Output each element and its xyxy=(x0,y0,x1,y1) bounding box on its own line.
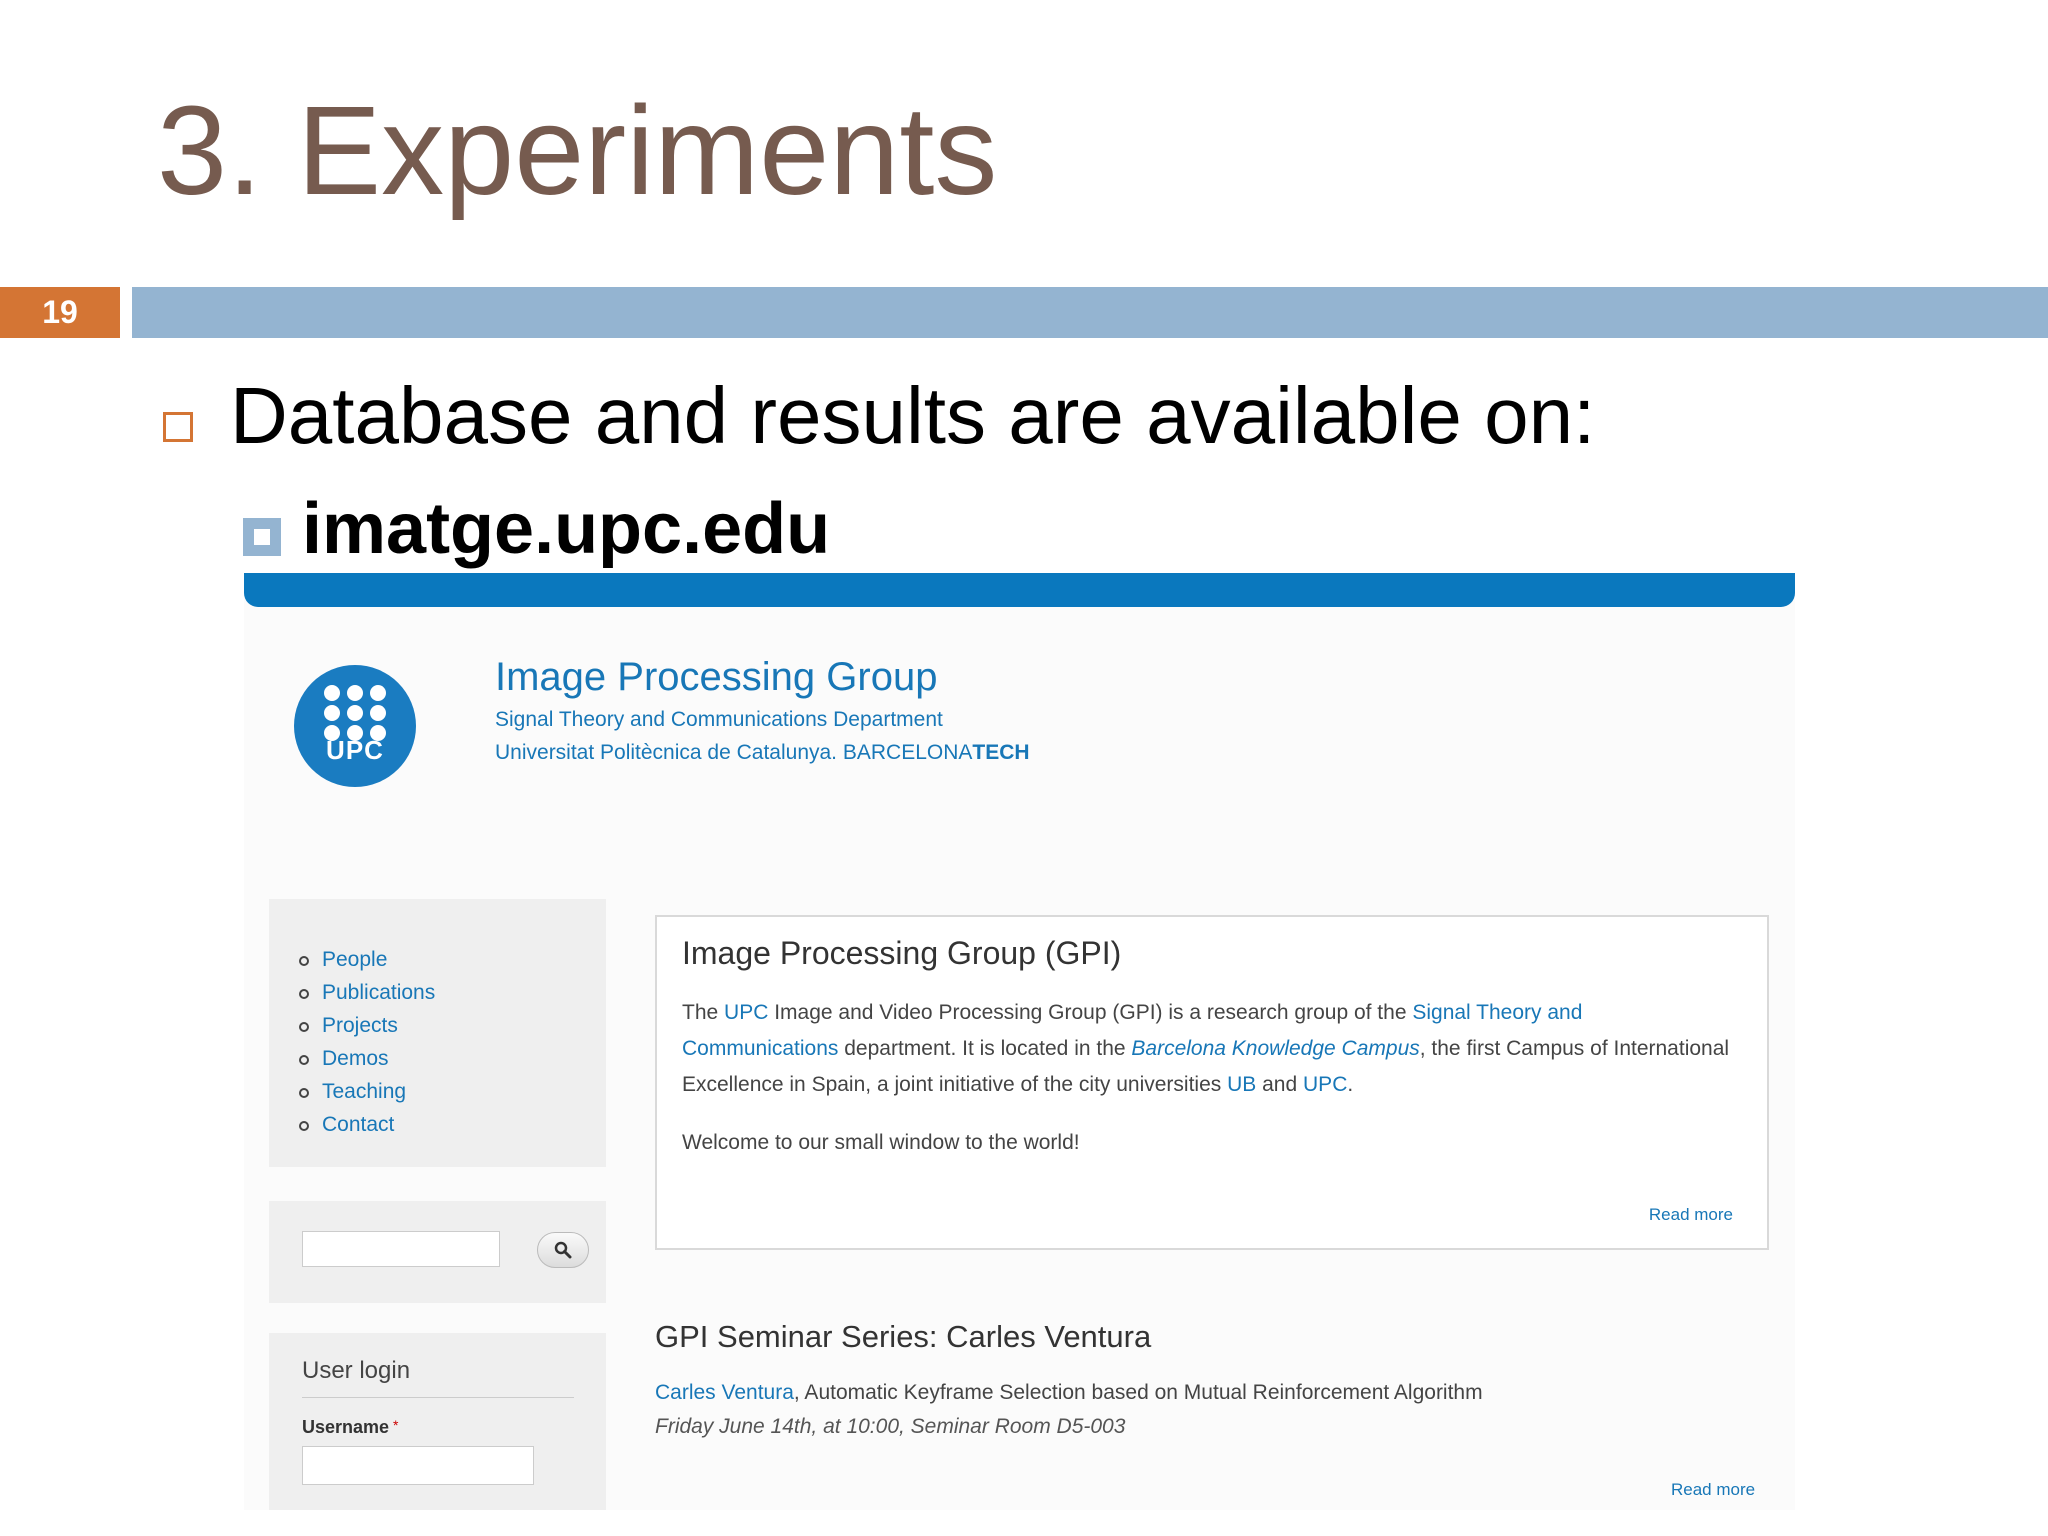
nav-item-contact[interactable]: Contact xyxy=(299,1108,435,1141)
nav-item-projects[interactable]: Projects xyxy=(299,1009,435,1042)
gpi-text: Image and Video Processing Group (GPI) i… xyxy=(768,1001,1413,1024)
nav-menu-panel: People Publications Projects Demos Teach… xyxy=(269,899,606,1167)
user-login-panel: User login Username * xyxy=(269,1333,606,1510)
login-title: User login xyxy=(302,1357,411,1384)
link-barcelona-campus[interactable]: Barcelona Knowledge Campus xyxy=(1131,1037,1419,1060)
website-screenshot: UPC Image Processing Group Signal Theory… xyxy=(244,573,1795,1510)
nav-item-people[interactable]: People xyxy=(299,943,435,976)
read-more-link[interactable]: Read more xyxy=(1649,1205,1733,1225)
username-field[interactable] xyxy=(302,1446,534,1485)
seminar-description: Carles Ventura, Automatic Keyframe Selec… xyxy=(655,1381,1483,1405)
slide-title: 3. Experiments xyxy=(157,80,998,221)
gpi-text: . xyxy=(1347,1073,1354,1096)
seminar-title[interactable]: GPI Seminar Series: Carles Ventura xyxy=(655,1319,1151,1355)
gpi-title: Image Processing Group (GPI) xyxy=(682,935,1122,971)
link-upc[interactable]: UPC xyxy=(724,1001,768,1024)
gpi-description: The UPC Image and Video Processing Group… xyxy=(682,995,1742,1103)
username-label: Username * xyxy=(302,1417,399,1438)
site-title[interactable]: Image Processing Group xyxy=(495,655,937,700)
gpi-intro-box: Image Processing Group (GPI) The UPC Ima… xyxy=(655,915,1769,1250)
search-icon xyxy=(554,1241,572,1259)
nav-item-teaching[interactable]: Teaching xyxy=(299,1075,435,1108)
gpi-text: and xyxy=(1256,1073,1304,1096)
link-speaker[interactable]: Carles Ventura xyxy=(655,1381,794,1404)
seminar-datetime: Friday June 14th, at 10:00, Seminar Room… xyxy=(655,1415,1126,1438)
slide-number: 19 xyxy=(0,287,120,338)
nav-item-publications[interactable]: Publications xyxy=(299,976,435,1009)
bullet-square-icon xyxy=(163,412,193,442)
gpi-welcome: Welcome to our small window to the world… xyxy=(682,1131,1080,1154)
university-name: Universitat Politècnica de Catalunya. BA… xyxy=(495,741,973,764)
gpi-text: department. It is located in the xyxy=(838,1037,1132,1060)
site-subtitle-department: Signal Theory and Communications Departm… xyxy=(495,708,943,731)
site-subtitle-university: Universitat Politècnica de Catalunya. BA… xyxy=(495,741,1030,765)
required-mark: * xyxy=(393,1417,399,1433)
read-more-link-seminar[interactable]: Read more xyxy=(1671,1480,1755,1500)
link-upc-2[interactable]: UPC xyxy=(1303,1073,1347,1096)
link-ub[interactable]: UB xyxy=(1227,1073,1256,1096)
search-button[interactable] xyxy=(537,1232,589,1268)
logo-text: UPC xyxy=(326,735,384,765)
nav-item-demos[interactable]: Demos xyxy=(299,1042,435,1075)
bullet-sub-text: imatge.upc.edu xyxy=(302,489,831,569)
seminar-talk: , Automatic Keyframe Selection based on … xyxy=(793,1381,1483,1404)
nav-menu: People Publications Projects Demos Teach… xyxy=(299,943,435,1141)
gpi-text: The xyxy=(682,1001,725,1024)
header-band xyxy=(132,287,2048,338)
search-panel xyxy=(269,1201,606,1303)
bullet-filled-square-icon xyxy=(243,518,281,556)
university-name-bold: TECH xyxy=(972,741,1030,764)
username-label-text: Username xyxy=(302,1417,390,1437)
upc-logo-icon[interactable]: UPC xyxy=(294,665,416,787)
login-divider xyxy=(302,1397,574,1398)
site-top-bar xyxy=(244,573,1795,607)
search-input[interactable] xyxy=(302,1231,500,1267)
bullet-main-text: Database and results are available on: xyxy=(230,371,1596,460)
